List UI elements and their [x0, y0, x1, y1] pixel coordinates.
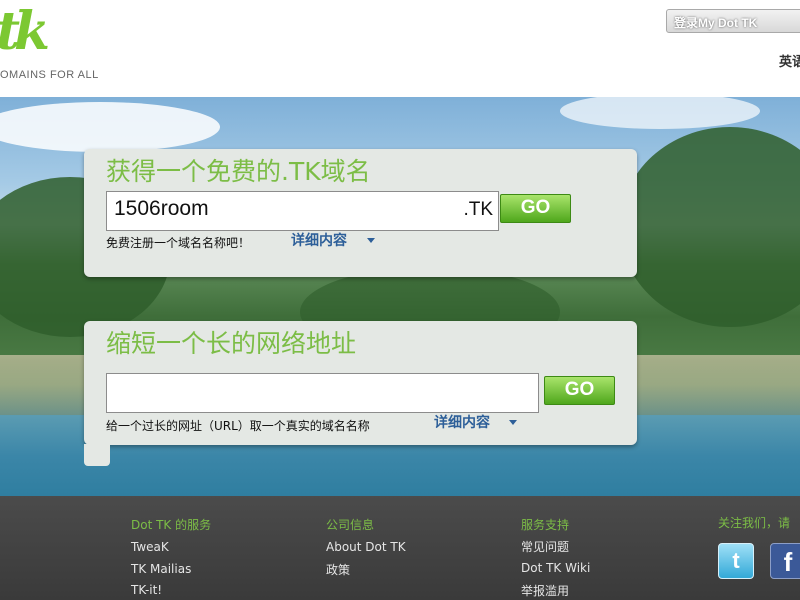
shorten-go-button[interactable]: GO [544, 376, 615, 405]
footer-follow-label: 关注我们，请 [718, 516, 791, 530]
footer-heading-company: 公司信息 [326, 518, 375, 532]
logo-tagline: OMAINS FOR ALL [0, 69, 99, 81]
footer-link-wiki[interactable]: Dot TK Wiki [521, 561, 590, 575]
site-footer: Dot TK 的服务 TweaK TK Mailias TK-it! 公司信息 … [0, 496, 800, 600]
cloud-decoration [560, 97, 760, 129]
shorten-url-panel: 缩短一个长的网络地址 GO 给一个过长的网址（URL）取一个真实的域名名称 详细… [84, 321, 637, 445]
register-details-link[interactable]: 详细内容 [291, 230, 347, 250]
footer-link-tk-mailias[interactable]: TK Mailias [131, 562, 191, 576]
chevron-down-icon [509, 420, 517, 425]
domain-suffix: .TK [463, 199, 493, 220]
twitter-glyph: t [732, 548, 740, 573]
footer-link-report-abuse[interactable]: 举报滥用 [521, 582, 569, 599]
login-label: 登录My Dot TK [674, 16, 758, 30]
chevron-down-icon [367, 238, 375, 243]
login-my-dot-tk-button[interactable]: 登录My Dot TK [666, 9, 800, 33]
footer-link-policy[interactable]: 政策 [326, 561, 350, 578]
register-panel-title: 获得一个免费的.TK域名 [106, 157, 371, 186]
footer-link-faq[interactable]: 常见问题 [521, 538, 569, 555]
footer-heading-services: Dot TK 的服务 [131, 518, 212, 532]
facebook-glyph: f [783, 547, 793, 577]
site-header: tk OMAINS FOR ALL 登录My Dot TK 英语 [0, 0, 800, 97]
register-hint: 免费注册一个域名名称吧！ [106, 236, 251, 250]
shorten-details-link[interactable]: 详细内容 [434, 412, 490, 432]
shorten-panel-title: 缩短一个长的网络地址 [106, 329, 357, 358]
dot-tk-logo[interactable]: tk [0, 2, 50, 62]
register-domain-panel: 获得一个免费的.TK域名 1506room .TK GO 免费注册一个域名名称吧… [84, 149, 637, 277]
cloud-decoration [0, 102, 220, 152]
footer-link-tk-it[interactable]: TK-it! [131, 583, 162, 597]
domain-name-input[interactable]: 1506room .TK [106, 191, 499, 231]
shorten-hint: 给一个过长的网址（URL）取一个真实的域名名称 [106, 419, 370, 433]
footer-heading-support: 服务支持 [521, 518, 570, 532]
panel-tab-stub [84, 444, 110, 466]
footer-link-tweak[interactable]: TweaK [131, 540, 169, 554]
language-selector[interactable]: 英语 [779, 51, 800, 70]
twitter-icon[interactable]: t [718, 543, 754, 579]
long-url-input[interactable] [106, 373, 539, 413]
register-go-button[interactable]: GO [500, 194, 571, 223]
domain-name-value: 1506room [114, 197, 209, 220]
facebook-icon[interactable]: f [770, 543, 800, 579]
palm-foliage [620, 127, 800, 327]
footer-link-about[interactable]: About Dot TK [326, 540, 406, 554]
